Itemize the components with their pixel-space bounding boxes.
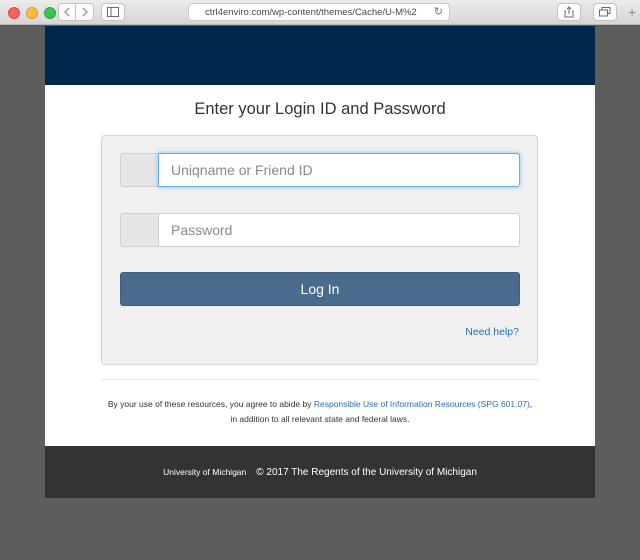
chevron-right-icon (82, 7, 88, 17)
terms-notice: By your use of these resources, you agre… (105, 397, 535, 427)
header-banner (45, 26, 595, 85)
address-bar[interactable]: ctrl4enviro.com/wp-content/themes/Cache/… (188, 3, 450, 21)
share-icon (564, 6, 574, 18)
need-help-link[interactable]: Need help? (465, 326, 519, 338)
login-panel: Log In Need help? (101, 135, 538, 365)
forward-button[interactable] (76, 4, 93, 20)
back-button[interactable] (59, 4, 77, 20)
login-heading: Enter your Login ID and Password (194, 100, 446, 118)
show-tabs-button[interactable] (593, 3, 617, 21)
footer-copyright: © 2017 The Regents of the University of … (256, 466, 477, 478)
username-addon (120, 153, 158, 187)
sidebar-toggle-button[interactable] (101, 3, 125, 21)
minimize-window-button[interactable] (26, 7, 38, 19)
history-nav (58, 3, 94, 21)
new-tab-button[interactable]: + (628, 4, 636, 20)
password-addon (120, 213, 158, 247)
page-footer: University of Michigan © 2017 The Regent… (45, 446, 595, 498)
divider (101, 379, 538, 380)
username-input[interactable] (158, 153, 520, 187)
password-row (120, 213, 520, 247)
footer-org: University of Michigan (163, 467, 247, 477)
zoom-window-button[interactable] (44, 7, 56, 19)
login-page: Enter your Login ID and Password Log In … (45, 26, 595, 498)
password-input[interactable] (158, 213, 520, 247)
login-button[interactable]: Log In (120, 272, 520, 306)
username-row (120, 153, 520, 187)
sidebar-icon (107, 7, 119, 17)
share-button[interactable] (557, 3, 581, 21)
chevron-left-icon (64, 7, 70, 17)
responsible-use-link[interactable]: Responsible Use of Information Resources… (314, 399, 530, 409)
terms-prefix: By your use of these resources, you agre… (107, 399, 314, 409)
close-window-button[interactable] (8, 7, 20, 19)
address-bar-url: ctrl4enviro.com/wp-content/themes/Cache/… (205, 6, 417, 18)
tabs-icon (599, 7, 611, 17)
reload-icon[interactable]: ↻ (434, 5, 443, 18)
browser-titlebar: ctrl4enviro.com/wp-content/themes/Cache/… (0, 0, 640, 25)
